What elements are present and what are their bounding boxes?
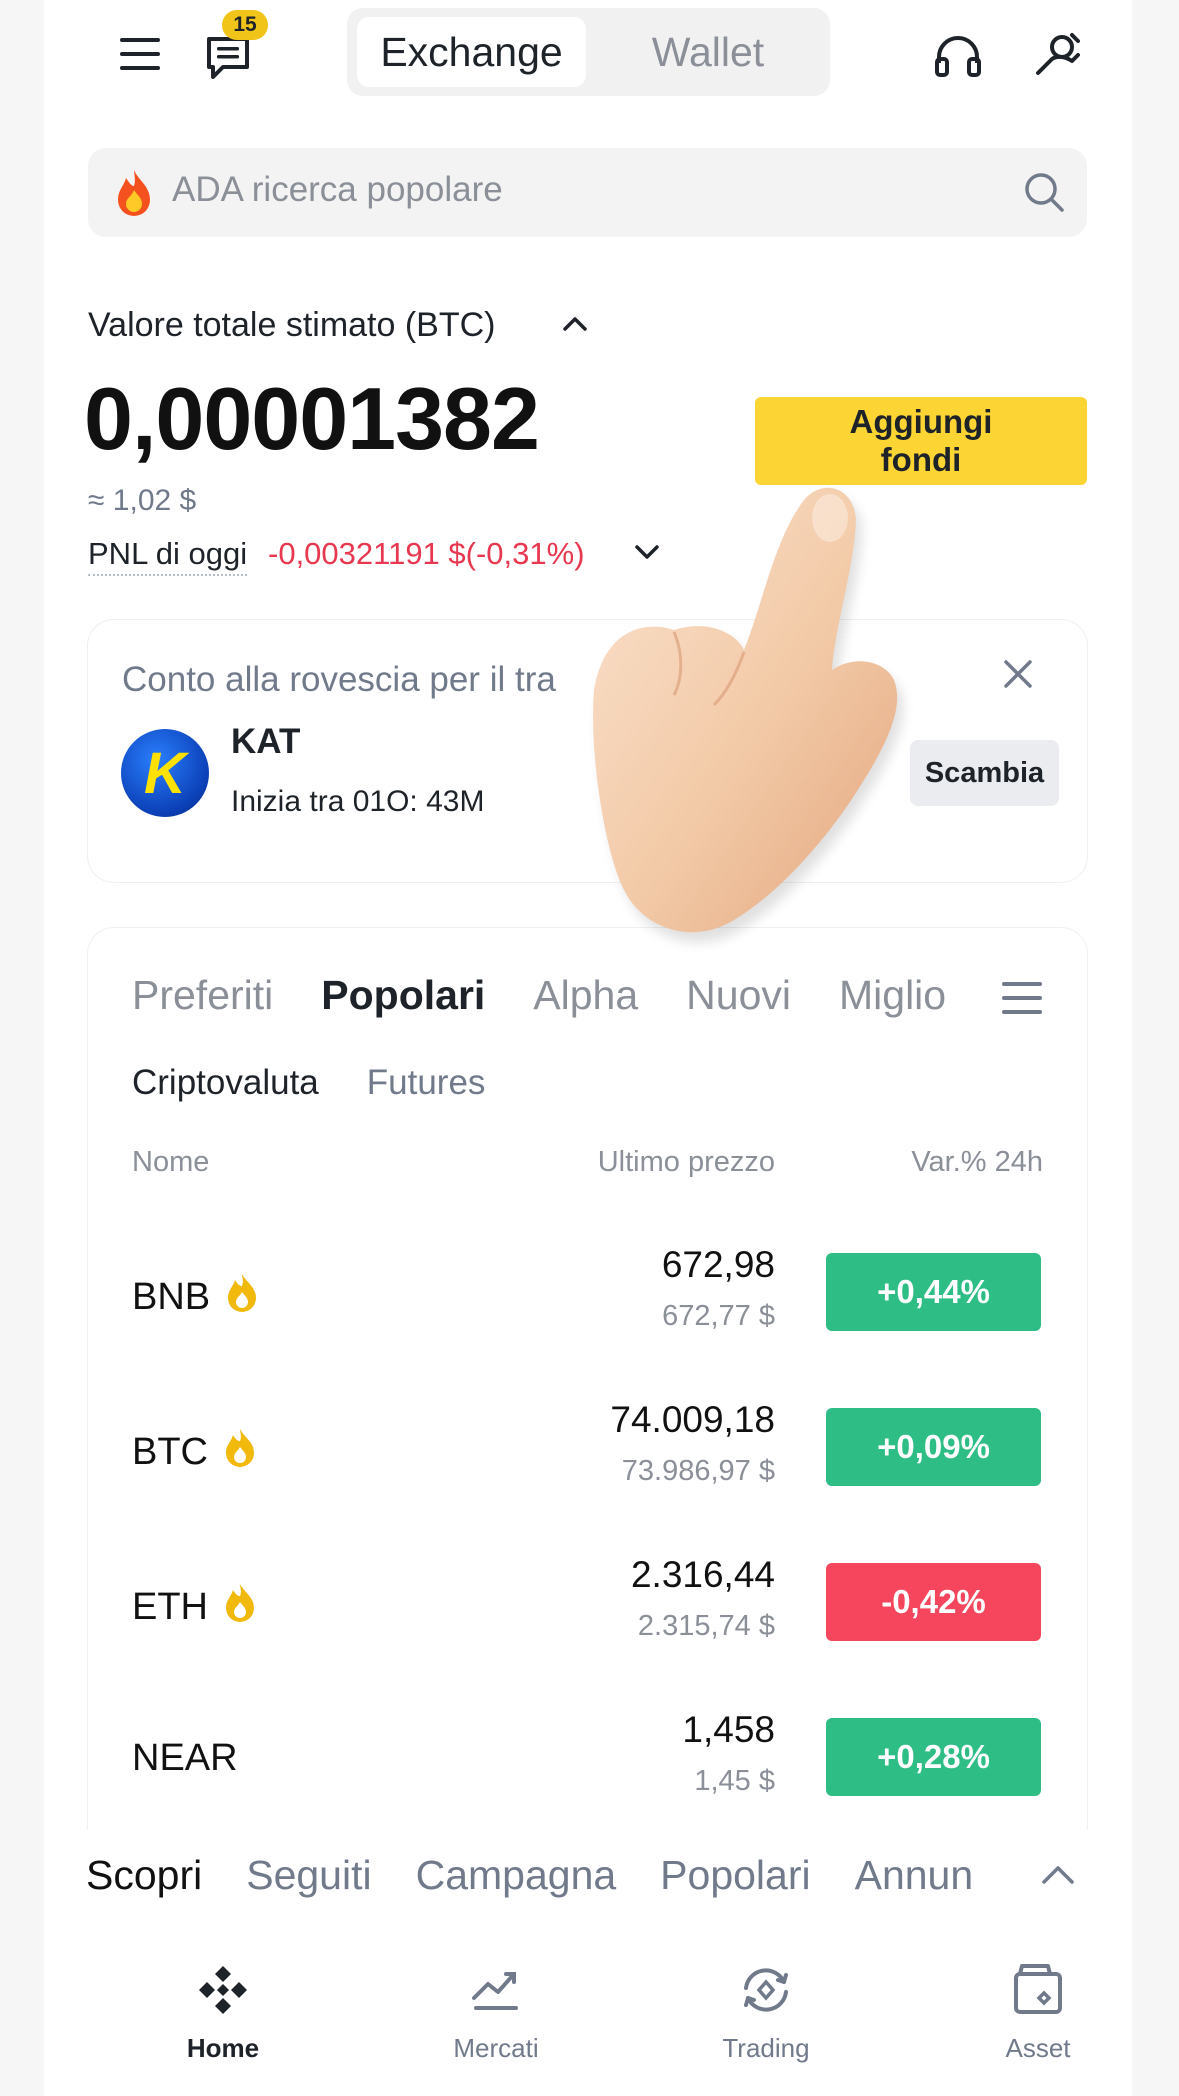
nav-asset-label: Asset — [1005, 2033, 1071, 2063]
nav-asset[interactable]: Asset — [948, 1960, 1128, 2064]
symbol-text: BTC — [132, 1430, 208, 1473]
chevron-up-icon[interactable] — [1038, 1860, 1078, 1895]
fire-icon — [222, 1427, 258, 1477]
discover-tab-scopri[interactable]: Scopri — [86, 1852, 202, 1899]
wallet-icon — [948, 1960, 1128, 2025]
row-symbol: ETH — [132, 1582, 258, 1632]
balance-value: 0,00001382 — [84, 369, 540, 468]
tab-nuovi[interactable]: Nuovi — [686, 972, 791, 1032]
row-price: 2.316,44 — [630, 1554, 775, 1595]
discover-tab-campagna[interactable]: Campagna — [416, 1852, 617, 1899]
nav-trading[interactable]: Trading — [676, 1960, 856, 2064]
subtab-futures[interactable]: Futures — [367, 1063, 486, 1103]
market-tabs: Preferiti Popolari Alpha Nuovi Miglio — [132, 972, 946, 1032]
nav-trading-label: Trading — [722, 2033, 810, 2063]
table-row[interactable]: BTC 74.009,18 73.986,97 $ +0,09% — [88, 1389, 1087, 1544]
discover-tab-annunci[interactable]: Annun — [855, 1852, 974, 1899]
nav-home[interactable]: Home — [133, 1960, 313, 2064]
headset-icon[interactable] — [926, 24, 990, 88]
binance-logo-icon — [133, 1960, 313, 2025]
change-badge[interactable]: -0,42% — [826, 1563, 1041, 1641]
menu-icon[interactable] — [108, 22, 172, 86]
discover-tab-seguiti[interactable]: Seguiti — [246, 1852, 371, 1899]
balance-usd: ≈ 1,02 $ — [88, 484, 197, 517]
app-screen: 15 Exchange Wallet ADA ricerca popolare … — [44, 0, 1132, 2096]
bottom-nav: Home Mercati Trading Asset — [44, 1950, 1132, 2096]
pnl-value: -0,00321191 $(-0,31%) — [268, 536, 585, 571]
exchange-wallet-switch: Exchange Wallet — [347, 8, 830, 96]
chevron-up-icon[interactable] — [560, 312, 590, 341]
nav-mercati[interactable]: Mercati — [406, 1960, 586, 2064]
tab-migliori[interactable]: Miglio — [839, 972, 946, 1032]
row-price: 74.009,18 — [610, 1399, 775, 1440]
discover-tab-popolari[interactable]: Popolari — [660, 1852, 810, 1899]
kat-token-logo: K — [121, 729, 209, 817]
table-row[interactable]: BNB 672,98 672,77 $ +0,44% — [88, 1234, 1087, 1389]
symbol-text: NEAR — [132, 1737, 238, 1779]
row-price-usd: 73.986,97 $ — [621, 1455, 775, 1487]
tab-preferiti[interactable]: Preferiti — [132, 972, 273, 1032]
fire-icon — [222, 1582, 258, 1632]
nav-home-label: Home — [186, 2033, 260, 2063]
search-bar[interactable]: ADA ricerca popolare — [88, 148, 1087, 237]
countdown-title: Conto alla rovescia per il tra — [122, 660, 556, 699]
market-panel: Preferiti Popolari Alpha Nuovi Miglio Cr… — [88, 928, 1087, 1928]
column-price[interactable]: Ultimo prezzo — [598, 1146, 775, 1179]
row-symbol: BNB — [132, 1272, 260, 1322]
row-price-usd: 672,77 $ — [662, 1300, 775, 1332]
tab-popolari[interactable]: Popolari — [321, 972, 485, 1032]
fire-icon — [224, 1272, 260, 1322]
countdown-time: Inizia tra 01O: 43M — [231, 785, 485, 818]
row-price: 672,98 — [661, 1244, 775, 1285]
discover-bar: Scopri Seguiti Campagna Popolari Annun — [44, 1830, 1132, 1950]
tab-exchange[interactable]: Exchange — [357, 17, 586, 87]
column-name[interactable]: Nome — [132, 1146, 209, 1179]
symbol-text: ETH — [132, 1585, 208, 1628]
change-badge[interactable]: +0,44% — [826, 1253, 1041, 1331]
add-funds-button[interactable]: Aggiungi fondi — [755, 397, 1087, 485]
row-symbol: BTC — [132, 1427, 258, 1477]
change-badge[interactable]: +0,09% — [826, 1408, 1041, 1486]
row-price: 1,458 — [682, 1709, 775, 1750]
tab-alpha[interactable]: Alpha — [533, 972, 638, 1032]
chart-icon — [406, 1960, 586, 2025]
table-row[interactable]: ETH 2.316,44 2.315,74 $ -0,42% — [88, 1544, 1087, 1699]
row-price-usd: 2.315,74 $ — [637, 1610, 775, 1642]
search-icon[interactable] — [1022, 170, 1066, 219]
nav-mercati-label: Mercati — [453, 2033, 539, 2063]
pnl-label[interactable]: PNL di oggi — [88, 536, 248, 576]
fire-icon — [112, 168, 156, 221]
search-placeholder: ADA ricerca popolare — [172, 170, 503, 209]
profile-edit-icon[interactable] — [1024, 22, 1092, 86]
market-subtabs: Criptovaluta Futures — [132, 1063, 485, 1103]
row-symbol: NEAR — [132, 1737, 238, 1780]
discover-tabs: Scopri Seguiti Campagna Popolari Annun — [86, 1852, 1017, 1899]
tab-wallet[interactable]: Wallet — [597, 17, 819, 87]
change-badge[interactable]: +0,28% — [826, 1718, 1041, 1796]
subtab-criptovaluta[interactable]: Criptovaluta — [132, 1063, 319, 1103]
column-change[interactable]: Var.% 24h — [911, 1146, 1043, 1179]
trade-icon — [676, 1960, 856, 2025]
hand-pointer-overlay — [584, 480, 1034, 965]
symbol-text: BNB — [132, 1275, 211, 1318]
token-name: KAT — [231, 722, 301, 761]
list-menu-icon[interactable] — [1000, 978, 1044, 1023]
messages-badge: 15 — [222, 10, 268, 40]
balance-label[interactable]: Valore totale stimato (BTC) — [88, 306, 496, 345]
row-price-usd: 1,45 $ — [694, 1765, 775, 1797]
